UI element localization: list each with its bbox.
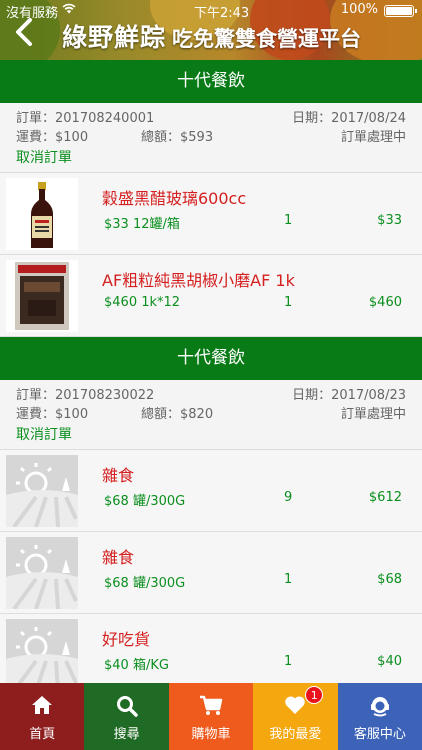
tab-cart[interactable]: 購物車	[168, 683, 254, 750]
search-icon	[116, 695, 138, 721]
order-number: 訂單：201708230022	[16, 388, 155, 403]
battery-icon	[384, 5, 417, 17]
product-image-pepper	[6, 260, 78, 332]
order-status: 訂單處理中	[340, 130, 406, 145]
product-subtotal: $40	[377, 654, 402, 669]
tab-label: 首頁	[29, 727, 56, 742]
order-status: 訂單處理中	[340, 407, 406, 422]
tab-search[interactable]: 搜尋	[84, 683, 169, 750]
tab-support[interactable]: 客服中心	[337, 683, 422, 750]
order-item[interactable]: AF粗粒純黑胡椒小磨AF 1k $460 1k*12 1 $460	[0, 255, 422, 337]
tab-favorites[interactable]: 1 我的最愛	[253, 683, 338, 750]
product-subtotal: $612	[368, 490, 402, 505]
tab-label: 搜尋	[113, 727, 140, 742]
cancel-order-button[interactable]: 取消訂單	[16, 147, 72, 167]
page-title: 綠野鮮踪 吃免驚雙食營運平台	[62, 18, 361, 54]
chevron-left-icon	[16, 18, 32, 46]
product-quantity: 1	[284, 213, 293, 228]
product-price: $40 箱/KG	[104, 658, 169, 673]
order-item[interactable]: 雜食 $68 罐/300G 1 $68	[0, 532, 422, 614]
order-summary: 訂單：201708230022 日期：2017/08/23 運費：$100 總額…	[0, 380, 422, 450]
order-total: 總額：$593	[141, 130, 214, 145]
product-quantity: 1	[284, 654, 293, 669]
favorites-count-badge: 1	[305, 686, 324, 704]
product-name: AF粗粒純黑胡椒小磨AF 1k	[102, 271, 295, 290]
product-subtotal: $460	[368, 295, 402, 310]
shipping-fee: 運費：$100	[16, 407, 89, 422]
tab-home[interactable]: 首頁	[0, 683, 85, 750]
app-title: 綠野鮮踪	[62, 23, 167, 52]
support-icon	[369, 695, 391, 721]
tab-label: 客服中心	[353, 727, 406, 742]
cart-icon	[199, 695, 223, 721]
product-quantity: 1	[284, 295, 293, 310]
product-subtotal: $68	[377, 572, 402, 587]
shipping-fee: 運費：$100	[16, 130, 89, 145]
store-header: 十代餐飲	[0, 337, 422, 380]
wifi-icon	[62, 3, 76, 18]
product-image-vinegar	[6, 178, 78, 250]
order-date: 日期：2017/08/24	[292, 111, 406, 126]
placeholder-image-icon	[6, 537, 78, 609]
placeholder-image-icon	[6, 455, 78, 527]
product-name: 雜食	[102, 466, 135, 485]
back-button[interactable]	[10, 14, 40, 50]
store-header: 十代餐飲	[0, 60, 422, 103]
product-name: 雜食	[102, 548, 135, 567]
heart-icon	[284, 695, 306, 719]
product-quantity: 1	[284, 572, 293, 587]
placeholder-image-icon	[6, 619, 78, 683]
product-price: $68 罐/300G	[104, 494, 186, 509]
home-icon	[31, 695, 53, 719]
order-item[interactable]: 好吃貨 $40 箱/KG 1 $40	[0, 614, 422, 683]
product-subtotal: $33	[377, 213, 402, 228]
product-quantity: 9	[284, 490, 293, 505]
product-name: 穀盛黑醋玻璃600cc	[102, 189, 247, 208]
product-price: $460 1k*12	[104, 295, 181, 310]
order-date: 日期：2017/08/23	[292, 388, 406, 403]
tab-label: 購物車	[191, 727, 231, 742]
product-name: 好吃貨	[102, 630, 151, 649]
product-price: $33 12罐/箱	[104, 217, 180, 232]
battery-percent: 100%	[340, 2, 378, 17]
bottom-tab-bar: 首頁 搜尋 購物車 1 我的最愛 客服中心	[0, 683, 422, 750]
product-price: $68 罐/300G	[104, 576, 186, 591]
order-total: 總額：$820	[141, 407, 214, 422]
order-item[interactable]: 雜食 $68 罐/300G 9 $612	[0, 450, 422, 532]
app-header: 沒有服務 下午2:43 100% 綠野鮮踪 吃免驚雙食營運平台	[0, 0, 422, 60]
order-summary: 訂單：201708240001 日期：2017/08/24 運費：$100 總額…	[0, 103, 422, 173]
order-number: 訂單：201708240001	[16, 111, 155, 126]
tab-label: 我的最愛	[269, 727, 322, 742]
order-item[interactable]: 穀盛黑醋玻璃600cc $33 12罐/箱 1 $33	[0, 173, 422, 255]
cancel-order-button[interactable]: 取消訂單	[16, 424, 72, 444]
app-subtitle: 吃免驚雙食營運平台	[172, 27, 362, 51]
order-list[interactable]: 十代餐飲 訂單：201708240001 日期：2017/08/24 運費：$1…	[0, 60, 422, 683]
